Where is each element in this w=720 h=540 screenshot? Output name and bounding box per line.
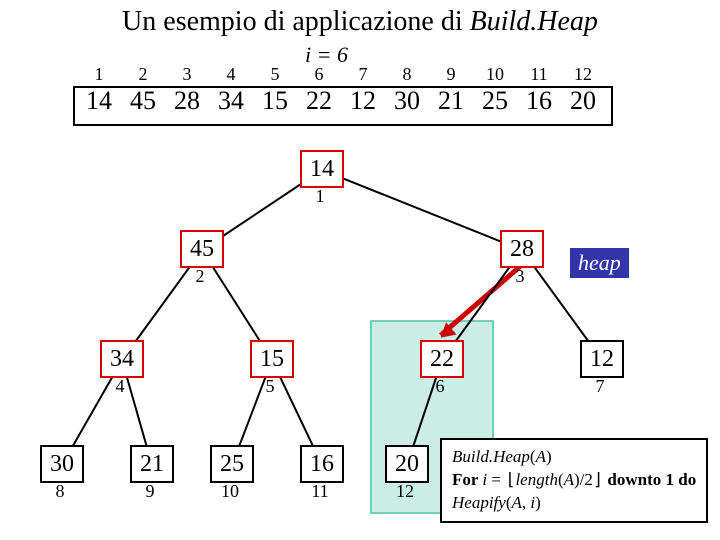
array-cell: 15 [253, 86, 297, 116]
array-index: 11 [517, 64, 561, 85]
array-cell: 30 [385, 86, 429, 116]
title-emphasis: Build.Heap [470, 6, 598, 37]
tree-node: 12 [580, 340, 624, 378]
pseudocode-panel: Build.Heap(A) For i = ⌊length(A)/2⌋ down… [440, 438, 708, 523]
tree-node: 28 [500, 230, 544, 268]
array-index: 4 [209, 64, 253, 85]
tree-node-index: 8 [40, 481, 80, 502]
array-cell: 45 [121, 86, 165, 116]
tree-node-index: 11 [300, 481, 340, 502]
array-index: 7 [341, 64, 385, 85]
array-index: 9 [429, 64, 473, 85]
tree-node: 14 [300, 150, 344, 188]
tree-node-index: 7 [580, 376, 620, 397]
array-cell: 16 [517, 86, 561, 116]
tree-node: 22 [420, 340, 464, 378]
array-cell: 12 [341, 86, 385, 116]
array-index: 1 [77, 64, 121, 85]
tree-node: 20 [385, 445, 429, 483]
tree-edge [322, 169, 523, 251]
code-line-1: Build.Heap(A) [452, 446, 696, 469]
title-prefix: Un esempio di applicazione di [122, 6, 470, 37]
array-index: 12 [561, 64, 605, 85]
array-cell: 20 [561, 86, 605, 116]
array-index: 8 [385, 64, 429, 85]
array-cell: 21 [429, 86, 473, 116]
tree-node-index: 1 [300, 186, 340, 207]
tree-node: 34 [100, 340, 144, 378]
tree-node: 25 [210, 445, 254, 483]
tree-node-index: 3 [500, 266, 540, 287]
tree-node-index: 9 [130, 481, 170, 502]
tree-node-index: 10 [210, 481, 250, 502]
tree-node: 30 [40, 445, 84, 483]
tree-node-index: 6 [420, 376, 460, 397]
tree-node: 16 [300, 445, 344, 483]
page-title: Un esempio di applicazione di Build.Heap [0, 6, 720, 38]
code-line-2: For i = ⌊length(A)/2⌋ downto 1 do [452, 469, 696, 492]
tree-node-index: 5 [250, 376, 290, 397]
heap-label: heap [570, 248, 629, 278]
array-cell: 28 [165, 86, 209, 116]
array-index: 10 [473, 64, 517, 85]
array-cell: 25 [473, 86, 517, 116]
tree-node: 21 [130, 445, 174, 483]
code-line-3: Heapify(A, i) [452, 492, 696, 515]
tree-node-index: 12 [385, 481, 425, 502]
slide-canvas: Un esempio di applicazione di Build.Heap… [0, 0, 720, 540]
array-index: 3 [165, 64, 209, 85]
array-cell: 34 [209, 86, 253, 116]
array-index: 6 [297, 64, 341, 85]
array-cell: 14 [77, 86, 121, 116]
tree-node-index: 4 [100, 376, 140, 397]
array-index: 2 [121, 64, 165, 85]
tree-node: 45 [180, 230, 224, 268]
array-cell: 22 [297, 86, 341, 116]
tree-node-index: 2 [180, 266, 220, 287]
array-index: 5 [253, 64, 297, 85]
tree-node: 15 [250, 340, 294, 378]
